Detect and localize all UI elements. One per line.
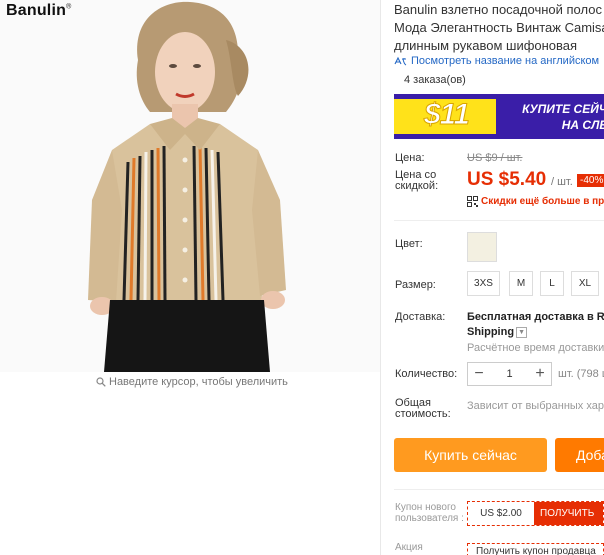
banner-amount: $11	[424, 98, 471, 132]
qr-code-icon	[467, 196, 478, 207]
quantity-label: Количество:	[395, 368, 458, 380]
quantity-available: шт. (798 ш	[558, 368, 604, 380]
shipping-method[interactable]: Бесплатная доставка в Rus Shipping ▼	[467, 310, 604, 340]
discount-price-label: Цена со скидкой:	[395, 170, 438, 192]
quantity-decrease-button[interactable]: −	[468, 365, 490, 383]
discount-price-label-2: скидкой:	[395, 180, 439, 192]
quantity-increase-button[interactable]: +	[529, 365, 551, 383]
new-user-coupon[interactable]: US $2.00 ПОЛУЧИТЬ	[467, 501, 604, 526]
product-title-line: длинным рукавом шифоновая	[394, 38, 578, 53]
size-option-xl[interactable]: XL	[571, 271, 599, 296]
total-cost-value: Зависит от выбранных хара	[467, 400, 604, 412]
product-title: Banulin взлетно посадочной полос Мода Эле…	[394, 1, 604, 55]
color-label: Цвет:	[395, 238, 423, 250]
app-discount-link[interactable]: Скидки ещё больше в при	[467, 196, 604, 207]
brand-logo: Banulin®	[6, 2, 72, 19]
translate-link-text[interactable]: Посмотреть название на английском	[411, 55, 599, 67]
product-title-line: Мода Элегантность Винтаж Camisa	[394, 20, 604, 35]
section-separator	[394, 489, 604, 490]
shipping-label: Доставка:	[395, 311, 446, 323]
banner-text-line-2: НА СЛЕД	[561, 118, 604, 132]
size-label: Размер:	[395, 279, 436, 291]
section-separator	[394, 220, 604, 221]
discount-badge: -40%	[577, 174, 604, 187]
quantity-input[interactable]: 1	[490, 368, 529, 380]
size-option-l[interactable]: L	[540, 271, 564, 296]
translate-title-link[interactable]: Посмотреть название на английском	[394, 55, 599, 67]
app-discount-link-text[interactable]: Скидки ещё больше в при	[481, 196, 604, 207]
promotion-label: Акция	[395, 542, 423, 553]
translate-icon	[394, 56, 407, 65]
seller-coupon-button[interactable]: Получить купон продавца	[467, 543, 604, 555]
discount-price: US $5.40	[467, 169, 547, 190]
price-label: Цена:	[395, 152, 425, 164]
column-divider	[380, 0, 381, 555]
size-option-m[interactable]: M	[509, 271, 533, 296]
old-price: US $9 / шт.	[467, 152, 523, 164]
model-blouse-illustration	[0, 0, 380, 372]
shipping-method-line-2: Shipping	[467, 326, 515, 338]
new-user-coupon-label: Купон нового пользователя :	[395, 502, 464, 524]
zoom-hint: Наведите курсор, чтобы увеличить	[96, 376, 288, 388]
product-title-line: Banulin взлетно посадочной полос	[394, 2, 602, 17]
coupon-value: US $2.00	[480, 508, 522, 519]
orders-count: 4 заказа(ов)	[404, 74, 466, 86]
get-coupon-button[interactable]: ПОЛУЧИТЬ	[534, 502, 603, 525]
total-cost-label: Общая стоимость:	[395, 398, 451, 420]
magnifier-icon	[96, 377, 106, 387]
banner-text-line-1: КУПИТЕ СЕЙЧА	[522, 102, 604, 116]
shipping-method-line-1: Бесплатная доставка в Rus	[467, 311, 604, 323]
quantity-stepper[interactable]: − 1 +	[467, 362, 552, 386]
color-swatch[interactable]	[467, 232, 497, 262]
total-cost-label-2: стоимость:	[395, 408, 451, 420]
shipping-estimate: Расчётное время доставки: 2	[467, 342, 604, 354]
size-option-3xs[interactable]: 3XS	[467, 271, 500, 296]
add-to-cart-button[interactable]: Доба	[555, 438, 604, 472]
buy-now-button[interactable]: Купить сейчас	[394, 438, 547, 472]
per-unit-label: / шт.	[551, 176, 573, 188]
chevron-down-icon[interactable]: ▼	[516, 326, 528, 338]
promo-banner[interactable]: $11 КУПИТЕ СЕЙЧА НА СЛЕД	[394, 94, 604, 139]
banner-text: КУПИТЕ СЕЙЧА НА СЛЕД	[506, 101, 604, 133]
zoom-hint-text: Наведите курсор, чтобы увеличить	[109, 376, 288, 388]
product-main-image[interactable]: Banulin®	[0, 0, 380, 372]
